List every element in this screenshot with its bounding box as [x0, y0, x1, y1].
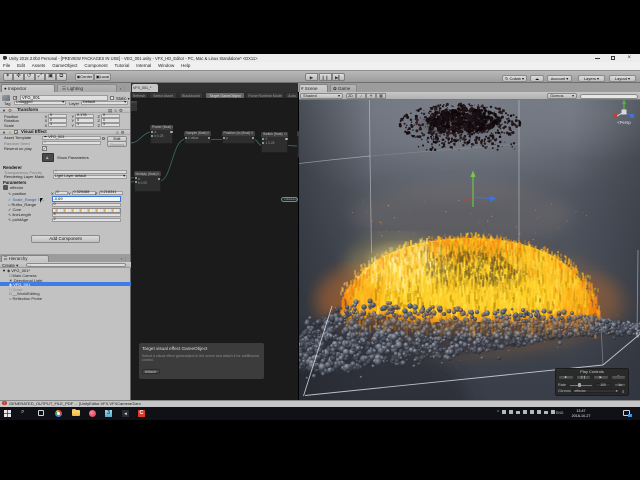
svg-text:<Persp: <Persp [617, 120, 631, 125]
